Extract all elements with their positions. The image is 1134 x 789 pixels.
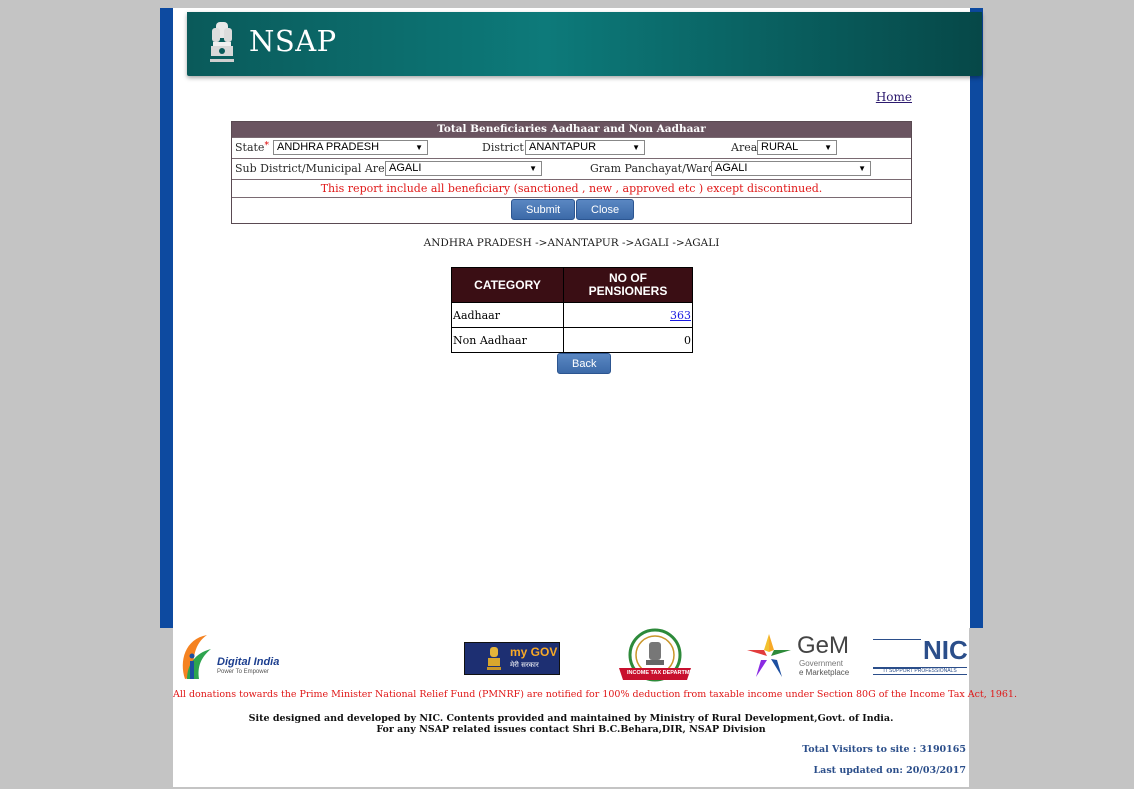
filter-row-subdistrict: Sub District/Municipal Area AGALI ▼ Gram … xyxy=(232,158,911,179)
table-header-row: CATEGORY NO OF PENSIONERS xyxy=(451,267,693,303)
district-select[interactable]: ANANTAPUR ▼ xyxy=(525,140,645,155)
credits-line-2: For any NSAP related issues contact Shri… xyxy=(376,724,766,735)
required-mark: * xyxy=(264,141,269,151)
site-title: NSAP xyxy=(249,24,337,58)
filter-panel: Total Beneficiaries Aadhaar and Non Aadh… xyxy=(231,121,912,224)
donation-note: All donations towards the Prime Minister… xyxy=(173,689,1017,700)
filter-actions: Submit Close xyxy=(232,197,911,223)
mygov-logo[interactable]: my GOV मेरी सरकार xyxy=(464,642,560,675)
dropdown-arrow-icon: ▼ xyxy=(415,143,423,152)
table-row: Non Aadhaar 0 xyxy=(451,327,693,353)
digital-india-icon xyxy=(182,635,211,679)
dropdown-arrow-icon: ▼ xyxy=(632,143,640,152)
header-banner: NSAP xyxy=(187,12,982,76)
column-header-pensioners: NO OF PENSIONERS xyxy=(563,267,693,303)
column-header-category: CATEGORY xyxy=(451,267,564,303)
gram-panchayat-select[interactable]: AGALI ▼ xyxy=(711,161,871,176)
footer: Digital India Power To Empower my GOV मे… xyxy=(173,628,1017,787)
national-emblem-icon xyxy=(210,22,234,62)
page-container: NSAP Home Total Beneficiaries Aadhaar an… xyxy=(160,8,983,628)
nic-hindi-block xyxy=(873,639,921,669)
gem-star-icon xyxy=(747,634,791,677)
visitor-count: Total Visitors to site : 3190165 xyxy=(802,744,966,755)
digital-india-tagline: Power To Empower xyxy=(217,669,269,675)
submit-button[interactable]: Submit xyxy=(511,199,576,220)
mygov-hindi: मेरी सरकार xyxy=(510,661,539,669)
filter-panel-title: Total Beneficiaries Aadhaar and Non Aadh… xyxy=(232,122,911,137)
area-select[interactable]: RURAL ▼ xyxy=(757,140,837,155)
nic-logo[interactable]: NIC IT SUPPORT PROFESSIONALS xyxy=(873,635,968,675)
digital-india-text: Digital India xyxy=(217,656,280,668)
home-link[interactable]: Home xyxy=(876,90,912,104)
category-cell: Aadhaar xyxy=(451,302,564,328)
category-cell: Non Aadhaar xyxy=(451,327,564,353)
last-updated: Last updated on: 20/03/2017 xyxy=(813,765,967,776)
dropdown-arrow-icon: ▼ xyxy=(824,143,832,152)
filter-row-location: State* ANDHRA PRADESH ▼ District ANANTAPU… xyxy=(232,137,911,158)
mygov-text: my GOV xyxy=(510,645,558,659)
gem-subtitle-1: Government xyxy=(799,659,844,668)
count-cell: 363 xyxy=(563,302,693,328)
gram-panchayat-label: Gram Panchayat/Ward xyxy=(590,162,715,175)
gem-title: GeM xyxy=(797,632,850,659)
income-tax-logo[interactable]: INCOME TAX DEPARTMENT xyxy=(613,628,701,688)
income-tax-text: INCOME TAX DEPARTMENT xyxy=(627,670,701,676)
close-button[interactable]: Close xyxy=(576,199,635,220)
back-button[interactable]: Back xyxy=(557,353,612,374)
state-label: State* xyxy=(235,141,269,154)
report-notice: This report include all beneficiary (san… xyxy=(232,179,911,197)
site-credits: Site designed and developed by NIC. Cont… xyxy=(173,713,969,735)
income-tax-seal-icon xyxy=(619,628,691,682)
results-table: CATEGORY NO OF PENSIONERS Aadhaar 363 Non… xyxy=(451,267,693,353)
area-label: Area xyxy=(731,141,758,154)
dropdown-arrow-icon: ▼ xyxy=(529,164,537,173)
digital-india-logo[interactable]: Digital India Power To Empower xyxy=(177,631,287,683)
state-select[interactable]: ANDHRA PRADESH ▼ xyxy=(273,140,428,155)
nic-text: NIC xyxy=(923,635,968,665)
count-link[interactable]: 363 xyxy=(670,309,691,322)
count-cell: 0 xyxy=(563,327,693,353)
nic-tagline: IT SUPPORT PROFESSIONALS xyxy=(873,667,967,675)
district-label: District xyxy=(482,141,524,154)
gem-subtitle-2: e Marketplace xyxy=(799,668,850,677)
table-row: Aadhaar 363 xyxy=(451,302,693,328)
breadcrumb: ANDHRA PRADESH ->ANANTAPUR ->AGALI ->AGA… xyxy=(423,237,720,249)
credits-line-1: Site designed and developed by NIC. Cont… xyxy=(248,713,894,724)
gem-logo[interactable]: GeM Government e Marketplace xyxy=(745,632,857,680)
subdistrict-label: Sub District/Municipal Area xyxy=(235,162,392,175)
dropdown-arrow-icon: ▼ xyxy=(858,164,866,173)
emblem-icon xyxy=(487,647,501,670)
subdistrict-select[interactable]: AGALI ▼ xyxy=(385,161,542,176)
